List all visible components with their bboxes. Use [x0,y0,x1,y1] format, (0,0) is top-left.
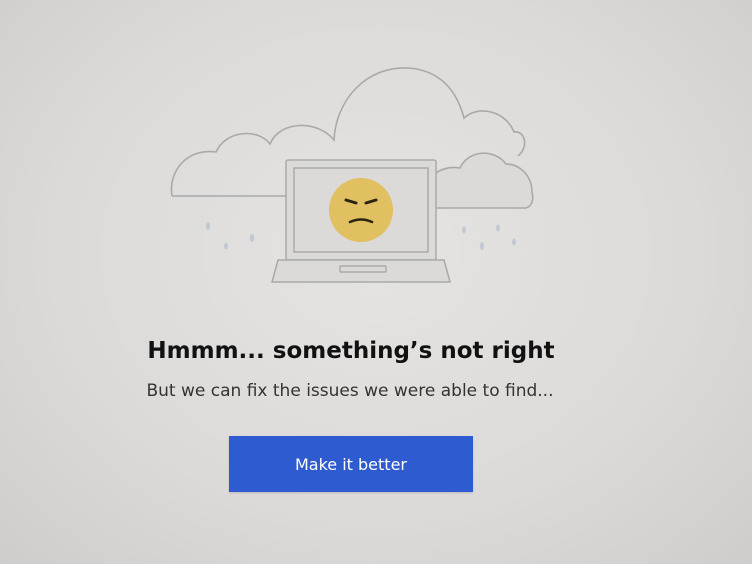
error-heading: Hmmm... something’s not right [147,338,555,364]
error-illustration [170,67,534,283]
make-it-better-button[interactable]: Make it better [229,436,473,492]
make-it-better-button-label: Make it better [294,454,407,474]
cloud-icon [422,152,534,209]
error-message: But we can fix the issues we were able t… [146,381,554,401]
error-screen: Hmmm... something’s not right But we can… [0,0,752,564]
sad-face-icon [329,178,393,242]
